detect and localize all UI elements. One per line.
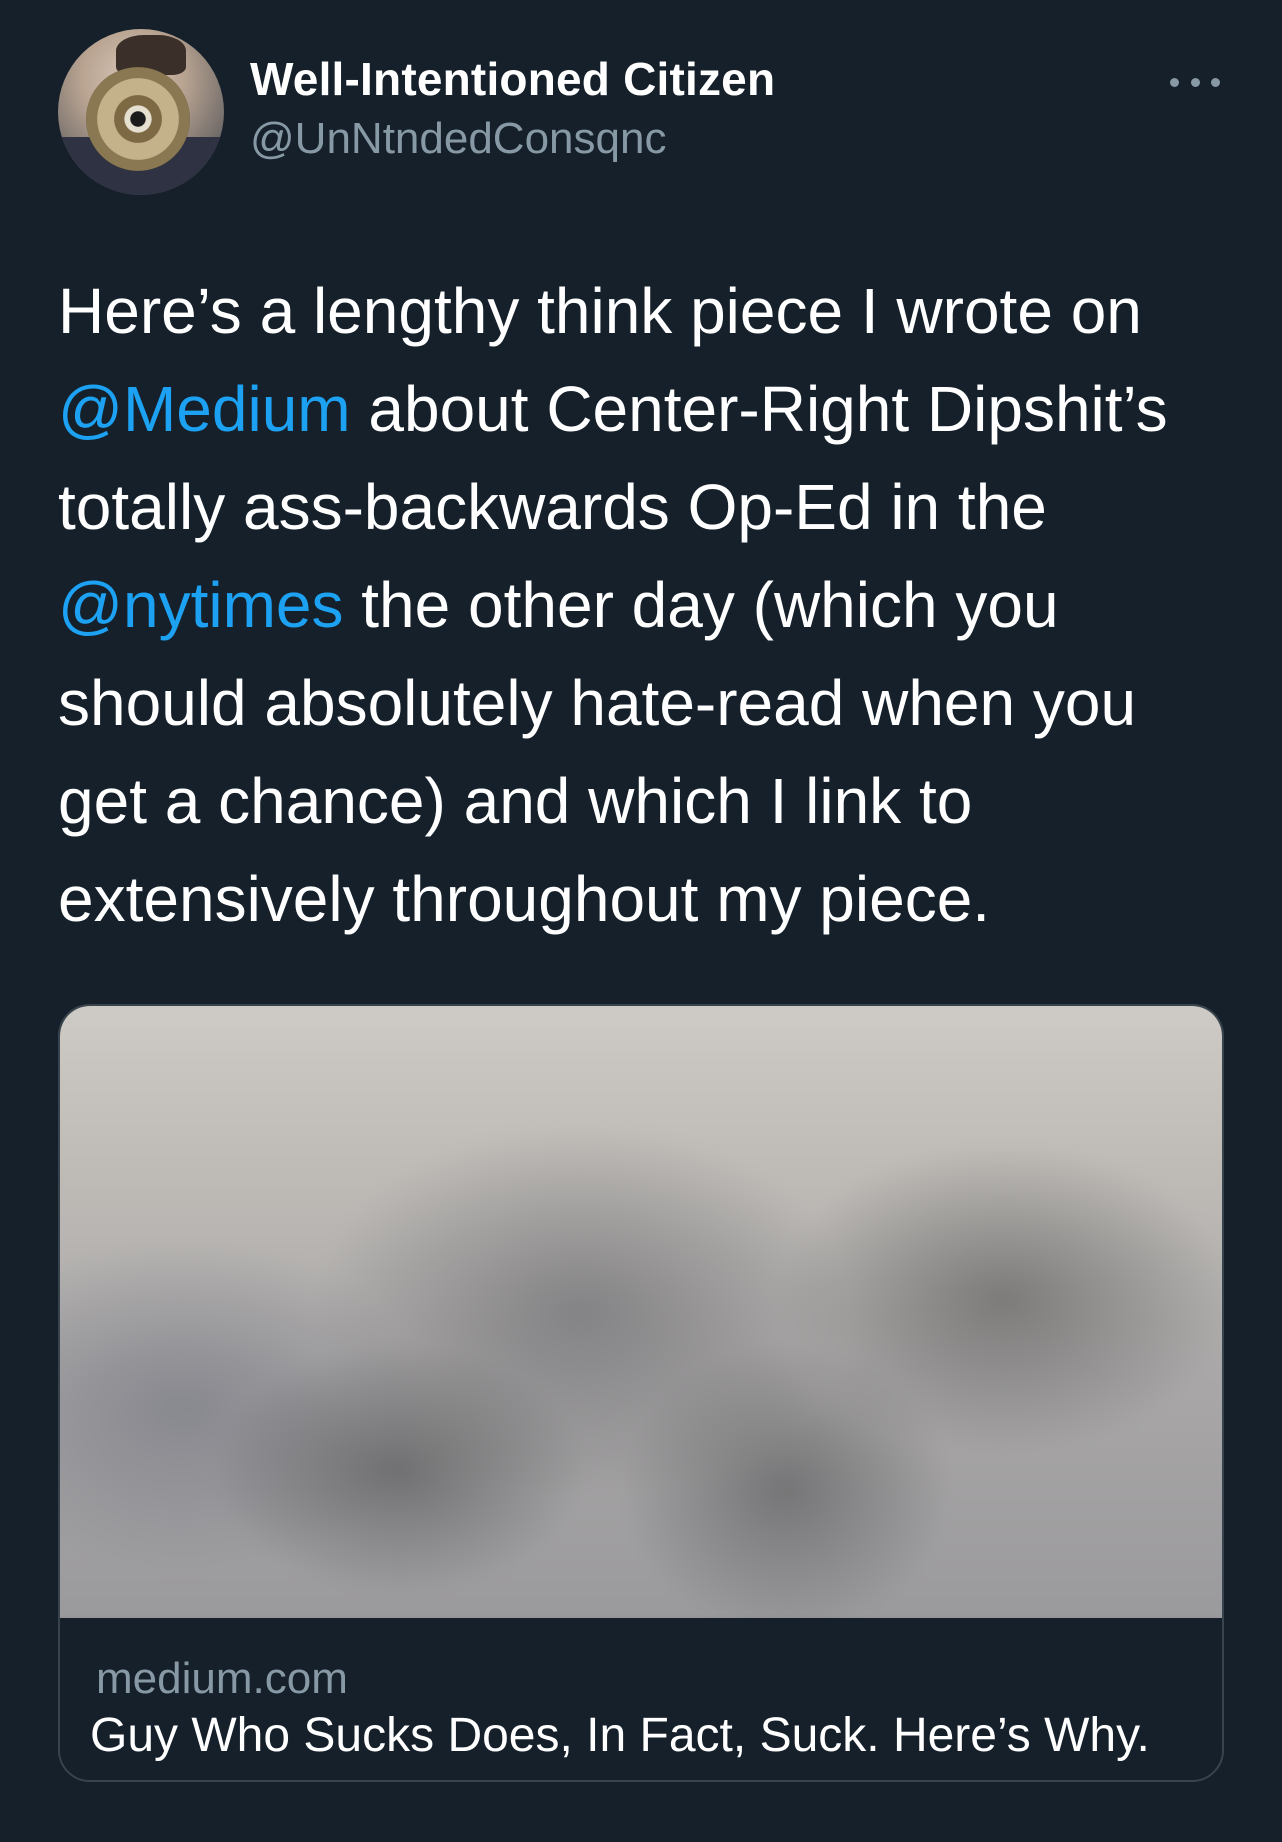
tweet-text-segment: totally ass-backwards Op-Ed in the: [58, 471, 1047, 543]
tweet: Well-Intentioned Citizen @UnNtndedConsqn…: [0, 0, 1282, 1842]
more-dot: [1190, 77, 1200, 87]
tweet-line: get a chance) and which I link to: [58, 752, 1228, 850]
tweet-line: extensively throughout my piece.: [58, 850, 1228, 948]
megaphone-icon: [86, 67, 190, 171]
tweet-text-segment: should absolutely hate-read when you: [58, 667, 1137, 739]
tweet-text-segment: extensively throughout my piece.: [58, 863, 991, 935]
tweet-text-segment: get a chance) and which I link to: [58, 765, 973, 837]
tweet-line: @Medium about Center-Right Dipshit’s: [58, 360, 1228, 458]
tweet-line: should absolutely hate-read when you: [58, 654, 1228, 752]
tweet-text-segment: about Center-Right Dipshit’s: [350, 373, 1168, 445]
link-preview-info[interactable]: medium.com Guy Who Sucks Does, In Fact, …: [60, 1618, 1222, 1780]
tweet-text-segment: Here’s a lengthy think piece I wrote on: [58, 275, 1142, 347]
more-options-icon[interactable]: [1170, 70, 1220, 94]
link-preview-image[interactable]: [60, 1006, 1222, 1629]
mention-link-medium[interactable]: @Medium: [58, 373, 351, 445]
more-dot: [1170, 77, 1179, 87]
tweet-text-segment: the other day (which you: [343, 569, 1059, 641]
display-name[interactable]: Well-Intentioned Citizen: [250, 52, 775, 106]
link-domain: medium.com: [96, 1654, 348, 1703]
link-preview-card[interactable]: medium.com Guy Who Sucks Does, In Fact, …: [58, 1004, 1224, 1782]
user-handle[interactable]: @UnNtndedConsqnc: [250, 114, 666, 164]
link-title: Guy Who Sucks Does, In Fact, Suck. Here’…: [90, 1709, 1150, 1762]
tweet-line: Here’s a lengthy think piece I wrote on: [58, 262, 1228, 360]
tweet-text: Here’s a lengthy think piece I wrote on …: [58, 262, 1228, 948]
tweet-line: @nytimes the other day (which you: [58, 556, 1228, 654]
mention-link-nytimes[interactable]: @nytimes: [58, 569, 343, 641]
tweet-line: totally ass-backwards Op-Ed in the: [58, 458, 1228, 556]
more-dot: [1211, 77, 1220, 87]
avatar[interactable]: [58, 29, 224, 195]
